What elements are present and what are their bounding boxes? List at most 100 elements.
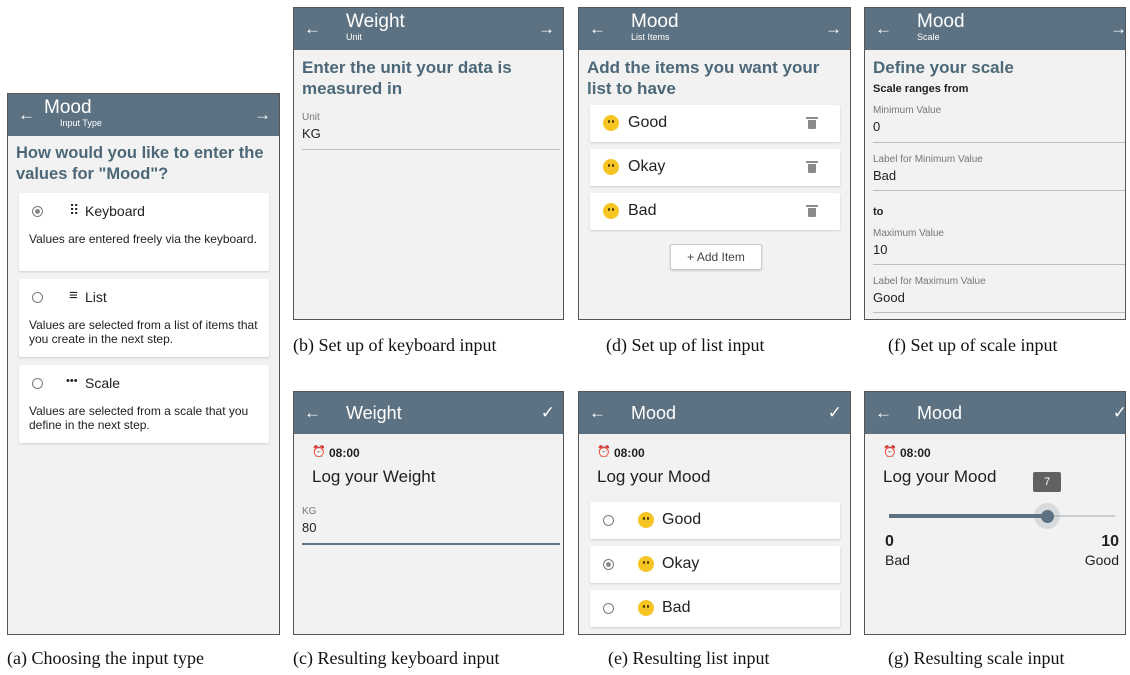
alarm-icon: ⏰ xyxy=(597,446,611,458)
item-label: Good xyxy=(628,114,668,131)
toolbar-subtitle: Unit xyxy=(346,32,363,42)
back-arrow-icon[interactable]: ← xyxy=(589,403,606,423)
min-label-underline xyxy=(873,190,1125,191)
add-item-button[interactable]: + Add Item xyxy=(670,244,762,270)
option-label: Good xyxy=(662,511,702,528)
trash-icon[interactable] xyxy=(806,117,818,129)
caption-a: (a) Choosing the input type xyxy=(7,648,204,668)
check-icon[interactable]: ✓ xyxy=(1113,403,1125,423)
screen-unit: ← Weight Unit → Enter the unit your data… xyxy=(293,7,564,320)
to-label: to xyxy=(873,206,884,218)
log-prompt: Log your Mood xyxy=(883,467,997,486)
option-label: Okay xyxy=(662,555,700,572)
check-icon[interactable]: ✓ xyxy=(828,403,842,423)
unit-input[interactable]: KG xyxy=(302,126,321,141)
unit-label: Unit xyxy=(302,112,320,123)
toolbar: ← Mood ✓ xyxy=(865,392,1125,434)
list-item[interactable]: Bad xyxy=(590,193,840,230)
caption-e: (e) Resulting list input xyxy=(608,648,770,668)
option-label: Scale xyxy=(85,375,121,391)
back-arrow-icon[interactable]: ← xyxy=(304,19,321,39)
caption-d: (d) Set up of list input xyxy=(606,335,765,355)
back-arrow-icon[interactable]: ← xyxy=(304,403,321,423)
toolbar-title: Mood xyxy=(631,11,679,32)
toolbar-title: Mood xyxy=(917,403,963,423)
option-list[interactable]: ≡ List Values are selected from a list o… xyxy=(19,279,269,357)
list-item[interactable]: Okay xyxy=(590,149,840,186)
toolbar-title: Mood xyxy=(917,11,965,32)
radio-bad[interactable] xyxy=(603,603,614,614)
scale-min-number: 0 xyxy=(885,533,894,550)
forward-arrow-icon[interactable]: → xyxy=(254,105,271,125)
option-keyboard[interactable]: ⠿ Keyboard Values are entered freely via… xyxy=(19,193,269,271)
trash-icon[interactable] xyxy=(806,205,818,217)
log-prompt: Log your Weight xyxy=(312,467,436,486)
toolbar: ← Mood Scale → xyxy=(865,8,1125,50)
option-description: Values are selected from a scale that yo… xyxy=(29,404,249,432)
min-underline xyxy=(873,142,1125,143)
reminder-time: 08:00 xyxy=(329,446,360,460)
option-description: Values are selected from a list of items… xyxy=(29,318,258,346)
caption-f: (f) Set up of scale input xyxy=(888,335,1058,355)
radio-list[interactable] xyxy=(32,292,43,303)
toolbar-subtitle: List Items xyxy=(631,32,670,42)
toolbar-title: Weight xyxy=(346,11,405,32)
alarm-icon: ⏰ xyxy=(883,446,897,458)
toolbar: ← Weight ✓ xyxy=(294,392,563,434)
radio-scale[interactable] xyxy=(32,378,43,389)
option-scale[interactable]: ••• Scale Values are selected from a sca… xyxy=(19,365,269,443)
toolbar-title: Weight xyxy=(346,403,402,423)
max-label-underline xyxy=(873,312,1125,313)
value-label: KG xyxy=(302,506,317,517)
forward-arrow-icon[interactable]: → xyxy=(825,19,842,39)
page-heading: Add the items you want your list to have xyxy=(587,58,820,98)
max-value-input[interactable]: 10 xyxy=(873,242,887,257)
neutral-emoji-icon xyxy=(638,556,654,572)
screen-define-scale: ← Mood Scale → Define your scale Scale r… xyxy=(864,7,1126,320)
back-arrow-icon[interactable]: ← xyxy=(18,105,35,125)
radio-okay[interactable] xyxy=(603,559,614,570)
forward-arrow-icon[interactable]: → xyxy=(1110,19,1125,39)
list-option[interactable]: Good xyxy=(590,502,840,539)
slider-thumb[interactable] xyxy=(1040,510,1054,523)
radio-good[interactable] xyxy=(603,515,614,526)
toolbar-title: Mood xyxy=(44,97,92,118)
toolbar-subtitle: Scale xyxy=(917,32,940,42)
forward-arrow-icon[interactable]: → xyxy=(538,19,555,39)
back-arrow-icon[interactable]: ← xyxy=(875,19,892,39)
smile-emoji-icon xyxy=(638,512,654,528)
toolbar: ← Weight Unit → xyxy=(294,8,563,50)
caption-g: (g) Resulting scale input xyxy=(888,648,1065,668)
toolbar-subtitle: Input Type xyxy=(60,118,102,128)
min-value-input[interactable]: 0 xyxy=(873,119,880,134)
screen-log-mood-list: ← Mood ✓ ⏰ 08:00 Log your Mood Good Okay… xyxy=(578,391,851,635)
value-input[interactable]: 80 xyxy=(302,520,316,535)
page-heading: Enter the unit your data is measured in xyxy=(302,58,512,98)
list-item[interactable]: Good xyxy=(590,105,840,142)
back-arrow-icon[interactable]: ← xyxy=(589,19,606,39)
max-label-input[interactable]: Good xyxy=(873,290,905,305)
item-label: Bad xyxy=(628,202,657,219)
screen-list-items: ← Mood List Items → Add the items you wa… xyxy=(578,7,851,320)
list-option[interactable]: Okay xyxy=(590,546,840,583)
option-label: List xyxy=(85,289,107,305)
min-label-input[interactable]: Bad xyxy=(873,168,896,183)
unit-underline xyxy=(302,149,560,150)
caption-c: (c) Resulting keyboard input xyxy=(293,648,500,668)
caption-b: (b) Set up of keyboard input xyxy=(293,335,497,355)
screen-input-type: ← Mood Input Type → How would you like t… xyxy=(7,93,280,635)
min-value-label: Minimum Value xyxy=(873,105,942,116)
toolbar: ← Mood ✓ xyxy=(579,392,850,434)
check-icon[interactable]: ✓ xyxy=(541,403,555,423)
item-label: Okay xyxy=(628,158,666,175)
radio-keyboard[interactable] xyxy=(32,206,43,217)
toolbar: ← Mood Input Type → xyxy=(8,94,279,136)
max-underline xyxy=(873,264,1125,265)
trash-icon[interactable] xyxy=(806,161,818,173)
back-arrow-icon[interactable]: ← xyxy=(875,403,892,423)
list-option[interactable]: Bad xyxy=(590,590,840,627)
scale-icon: ••• xyxy=(66,375,78,387)
value-underline xyxy=(302,543,560,545)
mood-slider[interactable]: 7 xyxy=(889,472,1115,532)
screen-log-weight: ← Weight ✓ ⏰ 08:00 Log your Weight KG 80 xyxy=(293,391,564,635)
